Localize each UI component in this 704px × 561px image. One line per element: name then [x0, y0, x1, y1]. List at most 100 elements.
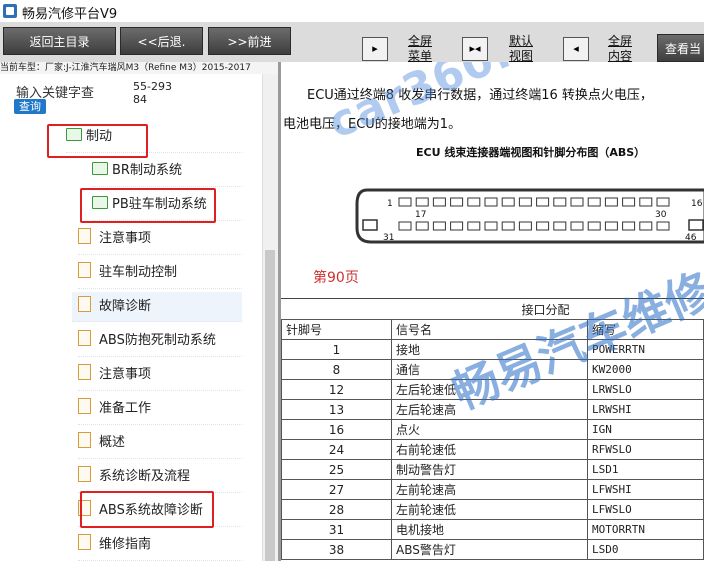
document-icon	[78, 398, 91, 414]
signal-name-cell: 点火	[391, 419, 588, 440]
connector-pin	[467, 221, 481, 231]
signal-name-cell: 制动警告灯	[391, 459, 588, 480]
content-pane: ECU通过终端8 收发串行数据，通过终端16 转换点火电压， 电池电压，ECU的…	[281, 62, 704, 561]
abbreviation-cell: IGN	[586, 419, 704, 440]
document-icon	[78, 296, 91, 312]
abbreviation-cell: LSD1	[586, 459, 704, 480]
back-button[interactable]: <<后退.	[120, 27, 203, 55]
connector-pin	[450, 221, 464, 231]
title-bar: 畅易汽修平台V9	[0, 0, 704, 23]
tree-item-parking-control[interactable]: 驻车制动控制	[78, 258, 242, 289]
connector-pin	[656, 197, 670, 207]
abbreviation-cell: LFWSHI	[586, 479, 704, 500]
tree-item-diagnosis-flow[interactable]: 系统诊断及流程	[78, 462, 242, 493]
connector-pin	[518, 221, 532, 231]
connector-pin	[501, 221, 515, 231]
pin-label-30: 30	[655, 210, 667, 220]
column-header: 针脚号	[281, 319, 392, 340]
fullscreen-content-button[interactable]: 全屏 内容	[605, 34, 635, 64]
connector-pin	[398, 221, 412, 231]
query-button[interactable]: 查询	[14, 99, 46, 114]
pin-number-cell: 12	[281, 379, 392, 400]
pin-label-17: 17	[415, 210, 426, 220]
tree-item-precautions[interactable]: 注意事项	[78, 224, 242, 255]
table-row: 16 点火 IGN	[281, 419, 704, 440]
abbreviation-cell: LSD0	[586, 539, 704, 560]
signal-name-cell: 右前轮速低	[391, 439, 588, 460]
forward-button[interactable]: >>前进	[208, 27, 291, 55]
abbreviation-cell: RFWSLO	[586, 439, 704, 460]
connector-pin	[587, 221, 601, 231]
result-count: 55-29384	[133, 80, 172, 106]
document-icon	[78, 534, 91, 550]
tree-item-abs-system[interactable]: ABS防抱死制动系统	[78, 326, 242, 357]
abbreviation-cell: LRWSLO	[586, 379, 704, 400]
pin-label-16: 16	[691, 199, 703, 209]
default-view-icon[interactable]: ▸◂	[462, 37, 488, 61]
pin-label-46: 46	[685, 233, 697, 243]
abbreviation-cell: MOTORRTN	[586, 519, 704, 540]
fullscreen-menu-button[interactable]: 全屏 菜单	[405, 34, 435, 64]
pin-number-cell: 27	[281, 479, 392, 500]
connector-pin	[553, 197, 567, 207]
pin-number-cell: 38	[281, 539, 392, 560]
connector-pin	[570, 221, 584, 231]
table-row: 28 左前轮速低 LFWSLO	[281, 499, 704, 520]
app-icon	[3, 4, 17, 18]
connector-pin	[570, 197, 584, 207]
signal-name-cell: 左前轮速高	[391, 479, 588, 500]
document-icon	[78, 228, 91, 244]
tree-item-br-system[interactable]: BR制动系统	[92, 156, 242, 187]
connector-pin	[398, 197, 412, 207]
highlight-box	[80, 491, 214, 528]
table-row: 24 右前轮速低 RFWSLO	[281, 439, 704, 460]
tree-item-preparation[interactable]: 准备工作	[78, 394, 242, 425]
connector-diagram: 1 17 30 16 31 46	[355, 188, 704, 244]
view-current-button[interactable]: 查看当	[657, 34, 704, 62]
signal-name-cell: ABS警告灯	[391, 539, 588, 560]
tree-item-repair-guide[interactable]: 维修指南	[78, 530, 242, 561]
document-icon	[78, 466, 91, 482]
highlight-box	[47, 124, 148, 158]
table-row: 31 电机接地 MOTORRTN	[281, 519, 704, 540]
connector-pin	[639, 197, 653, 207]
figure-title: ECU 线束连接器端视图和针脚分布图（ABS）	[416, 146, 646, 159]
connector-pin	[639, 221, 653, 231]
document-icon	[78, 432, 91, 448]
tree-item-overview[interactable]: 概述	[78, 428, 242, 459]
folder-icon	[92, 162, 108, 175]
highlight-box	[80, 188, 216, 223]
page-number: 第90页	[313, 270, 359, 286]
back-main-button[interactable]: 返回主目录	[3, 27, 116, 55]
connector-pin	[415, 221, 429, 231]
connector-pin	[467, 197, 481, 207]
pin-number-cell: 25	[281, 459, 392, 480]
table-row: 25 制动警告灯 LSD1	[281, 459, 704, 480]
connector-pin	[484, 221, 498, 231]
default-view-button[interactable]: 默认 视图	[506, 34, 536, 64]
pin-number-cell: 13	[281, 399, 392, 420]
connector-pin	[501, 197, 515, 207]
connector-pin	[622, 197, 636, 207]
connector-pin	[604, 197, 618, 207]
connector-pin	[415, 197, 429, 207]
document-icon	[78, 364, 91, 380]
left-scrollbar-thumb[interactable]	[265, 250, 275, 561]
pin-label-31: 31	[383, 233, 394, 243]
vehicle-info: 当前车型：厂家:J-江淮汽车瑞风M3（Refine M3）2015-2017	[0, 62, 280, 74]
pin-number-cell: 31	[281, 519, 392, 540]
connector-pin	[587, 197, 601, 207]
pin-number-cell: 16	[281, 419, 392, 440]
fullscreen-menu-icon[interactable]: ▸	[362, 37, 388, 61]
signal-name-cell: 左前轮速低	[391, 499, 588, 520]
pin-number-cell: 28	[281, 499, 392, 520]
fullscreen-content-icon[interactable]: ◂	[563, 37, 589, 61]
tree-item-fault-diagnosis[interactable]: 故障诊断	[72, 292, 242, 322]
watermark-text: car360.com	[321, 62, 616, 149]
tree-item-precautions-2[interactable]: 注意事项	[78, 360, 242, 391]
connector-pin	[432, 221, 446, 231]
connector-pin	[484, 197, 498, 207]
connector-pin	[656, 221, 670, 231]
pin-label-1: 1	[387, 199, 393, 209]
connector-pin	[604, 221, 618, 231]
